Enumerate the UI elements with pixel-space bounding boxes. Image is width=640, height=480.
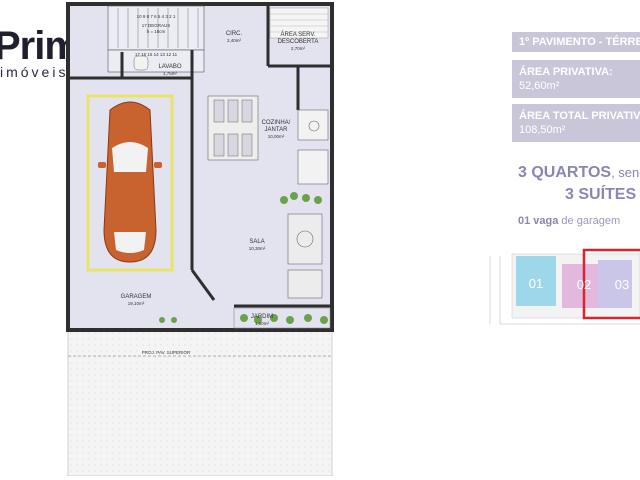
pavimento-label: 1º PAVIMENTO - TÉRREO bbox=[519, 36, 640, 48]
room-cozinha-name2: JANTAR bbox=[265, 127, 289, 133]
stair-numbers-top: 10 9 8 7 6 5 4 3 2 1 bbox=[137, 14, 176, 19]
fridge bbox=[297, 149, 329, 185]
toilet-icon bbox=[133, 55, 149, 71]
vaga-line: 01 vaga de garagem bbox=[518, 211, 620, 229]
quartos-line: 3 QUARTOS, sendo bbox=[518, 164, 640, 182]
area-total-box: ÁREA TOTAL PRIVATIVA: 108,50m² bbox=[512, 104, 640, 142]
vaga-count: 01 vaga bbox=[518, 215, 559, 227]
room-jardim-area: 1,60m² bbox=[255, 321, 270, 326]
area-privativa-box: ÁREA PRIVATIVA: 52,60m² bbox=[512, 60, 640, 98]
sink bbox=[297, 109, 329, 141]
unit-site-plan: 01 02 03 bbox=[489, 248, 640, 325]
suites-count: 3 SUÍTES bbox=[565, 186, 637, 203]
vaga-rest: de garagem bbox=[558, 215, 621, 227]
logo-subtitle: imóveis bbox=[0, 64, 69, 80]
room-circ-name: CIRC. bbox=[226, 31, 243, 37]
quartos-count: 3 QUARTOS bbox=[518, 164, 612, 181]
room-lavabo-area: 1,75m² bbox=[163, 71, 178, 76]
room-jardim-name: JARDIM bbox=[251, 314, 273, 320]
room-area-serv-name2: DESCOBERTA bbox=[278, 39, 319, 45]
room-cozinha-name: COZINHA/ bbox=[262, 120, 291, 126]
room-lavabo-name: LAVABO bbox=[158, 64, 181, 70]
area-privativa-value: 52,60m² bbox=[519, 80, 560, 92]
area-total-value: 108,50m² bbox=[519, 124, 566, 136]
living-furniture bbox=[287, 213, 323, 299]
room-sala-area: 10,30m² bbox=[249, 246, 266, 251]
room-cozinha-area: 10,00m² bbox=[268, 134, 285, 139]
stair-dim: h = 18cm bbox=[147, 29, 166, 34]
area-privativa-label: ÁREA PRIVATIVA: bbox=[519, 66, 613, 78]
unit-03-label: 03 bbox=[615, 277, 629, 292]
stair-numbers-bottom: 17 16 15 14 13 12 11 bbox=[135, 52, 178, 57]
stairs bbox=[107, 5, 205, 51]
room-garagem-name: GARAGEM bbox=[121, 294, 152, 300]
room-area-serv-area: 2,70m² bbox=[291, 46, 306, 51]
area-total-label: ÁREA TOTAL PRIVATIVA: bbox=[519, 110, 640, 122]
room-circ-area: 2,40m² bbox=[227, 38, 242, 43]
floor-plan: 10 9 8 7 6 5 4 3 2 1 17 DEGRAUS h = 18cm… bbox=[66, 2, 334, 476]
yard-area bbox=[67, 329, 333, 476]
stair-label: 17 DEGRAUS bbox=[142, 23, 171, 28]
pavimento-box: 1º PAVIMENTO - TÉRREO bbox=[512, 32, 640, 52]
unit-02-label: 02 bbox=[577, 277, 591, 292]
quartos-rest: , sendo bbox=[611, 165, 640, 180]
projection-label: PROJ. PAV. SUPERIOR bbox=[142, 350, 191, 355]
room-area-serv-name: ÁREA SERV. bbox=[280, 31, 315, 38]
room-sala-name: SALA bbox=[249, 239, 264, 245]
unit-01-label: 01 bbox=[529, 276, 543, 291]
room-garagem-area: 19,10m² bbox=[128, 301, 145, 306]
